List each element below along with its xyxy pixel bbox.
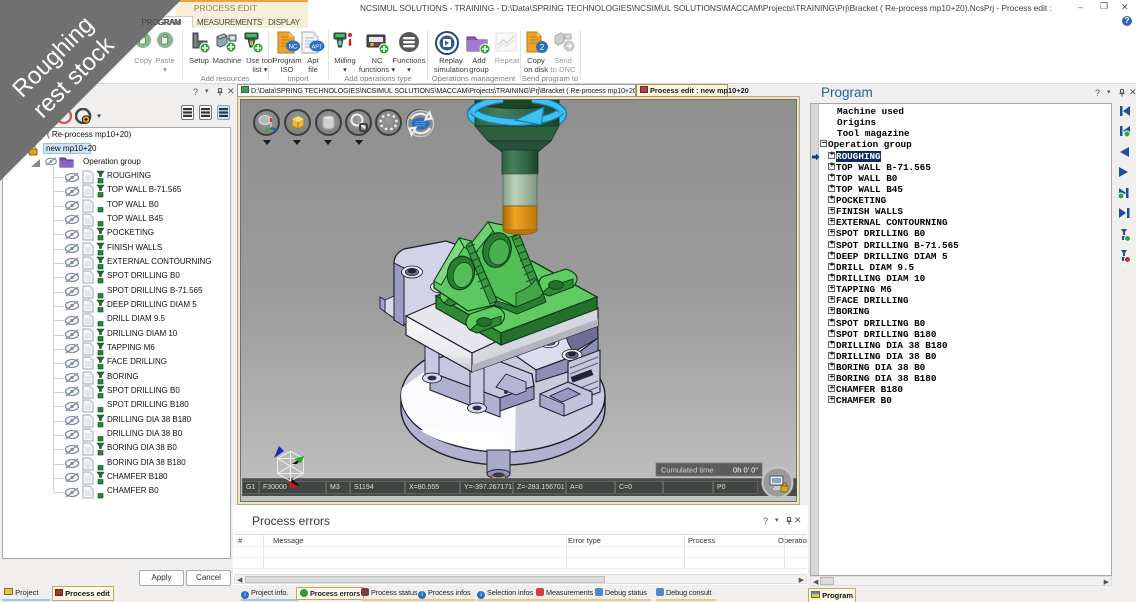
svg-text:Cumulated time: Cumulated time	[661, 466, 714, 475]
svg-text:NC: NC	[289, 45, 298, 51]
svg-text:2: 2	[540, 43, 545, 52]
svg-text:APT: APT	[312, 45, 323, 51]
svg-text:0h 0' 0": 0h 0' 0"	[733, 466, 758, 475]
